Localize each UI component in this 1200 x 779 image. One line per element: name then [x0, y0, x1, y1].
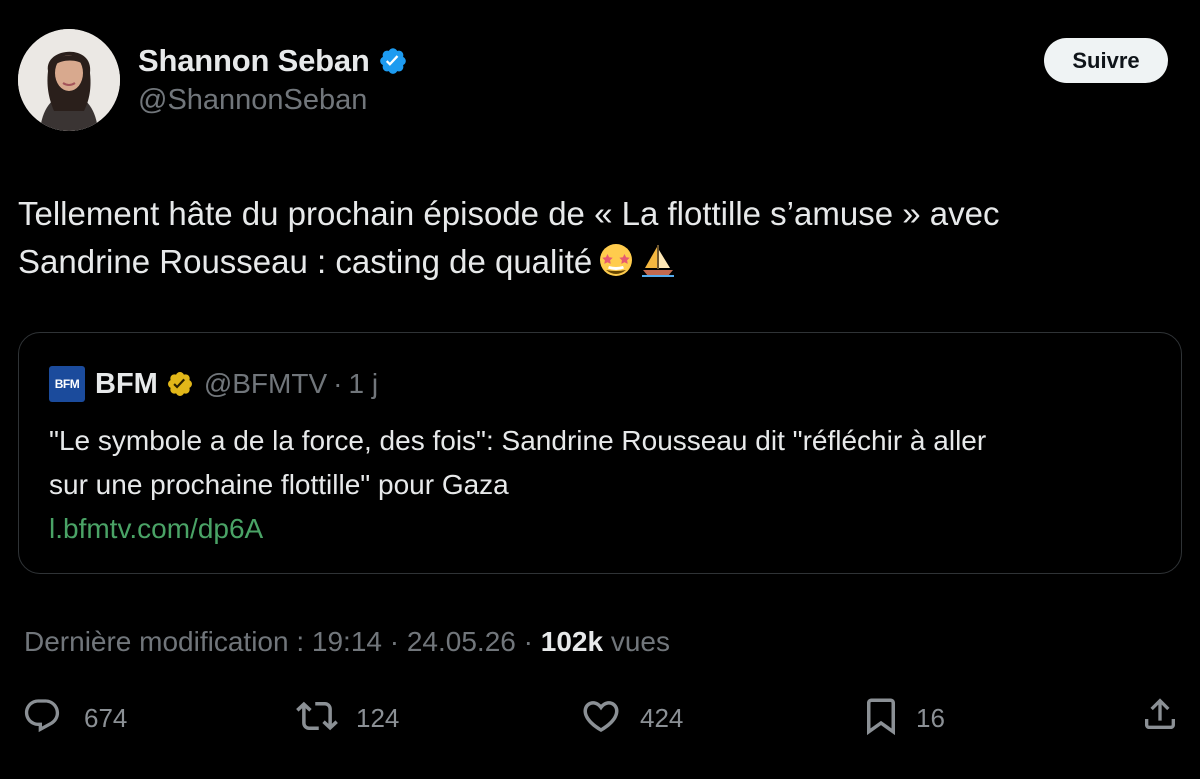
views-label: vues	[603, 626, 670, 657]
quoted-author-handle[interactable]: @BFMTV	[204, 368, 327, 400]
repost-icon	[296, 695, 338, 742]
author-name-row[interactable]: Shannon Seban	[138, 42, 408, 80]
share-icon	[1140, 694, 1180, 739]
bookmark-count: 16	[916, 702, 945, 733]
heart-icon	[580, 695, 622, 742]
author-handle[interactable]: @ShannonSeban	[138, 84, 367, 117]
tweet-text-line-1: Tellement hâte du prochain épisode de « …	[18, 195, 1000, 232]
avatar-photo	[18, 29, 120, 131]
star-struck-emoji-icon	[598, 242, 634, 291]
tweet-text: Tellement hâte du prochain épisode de « …	[18, 190, 1168, 291]
avatar[interactable]	[18, 29, 120, 131]
reply-count: 674	[84, 702, 128, 733]
bfm-logo[interactable]: BFM	[49, 366, 85, 402]
tweet-text-line-2: Sandrine Rousseau : casting de qualité	[18, 243, 593, 280]
repost-button[interactable]: 124	[296, 696, 399, 740]
edited-timestamp[interactable]: Dernière modification : 19:14 · 24.05.26	[24, 626, 516, 658]
author-name[interactable]: Shannon Seban	[138, 43, 370, 79]
follow-button[interactable]: Suivre	[1044, 38, 1168, 83]
tweet-meta: Dernière modification : 19:14 · 24.05.26…	[24, 626, 670, 658]
repost-count: 124	[356, 702, 400, 733]
sailboat-emoji-icon	[640, 242, 676, 291]
quoted-separator: ·	[333, 368, 343, 399]
quoted-tweet-header: BFM BFM @BFMTV · 1 j	[49, 366, 378, 402]
quoted-tweet-text: "Le symbole a de la force, des fois": Sa…	[49, 419, 1159, 507]
gold-verified-badge-icon	[166, 370, 194, 398]
meta-separator: ·	[515, 626, 541, 657]
like-button[interactable]: 424	[580, 696, 683, 740]
quoted-author-name[interactable]: BFM	[95, 368, 158, 401]
like-count: 424	[640, 702, 684, 733]
quoted-tweet[interactable]: BFM BFM @BFMTV · 1 j "Le symbole a de la…	[18, 332, 1182, 574]
bookmark-button[interactable]: 16	[860, 696, 945, 740]
reply-icon	[22, 696, 62, 741]
share-button[interactable]	[1138, 694, 1182, 738]
views-count: 102k	[540, 626, 604, 657]
quoted-text-line-1: "Le symbole a de la force, des fois": Sa…	[49, 425, 987, 456]
reply-button[interactable]: 674	[22, 696, 127, 740]
quoted-tweet-link[interactable]: l.bfmtv.com/dp6A	[49, 507, 263, 551]
quoted-text-line-2: sur une prochaine flottille" pour Gaza	[49, 469, 509, 500]
bookmark-icon	[860, 695, 902, 742]
verified-badge-icon	[378, 46, 408, 76]
quoted-timestamp[interactable]: 1 j	[348, 368, 378, 400]
